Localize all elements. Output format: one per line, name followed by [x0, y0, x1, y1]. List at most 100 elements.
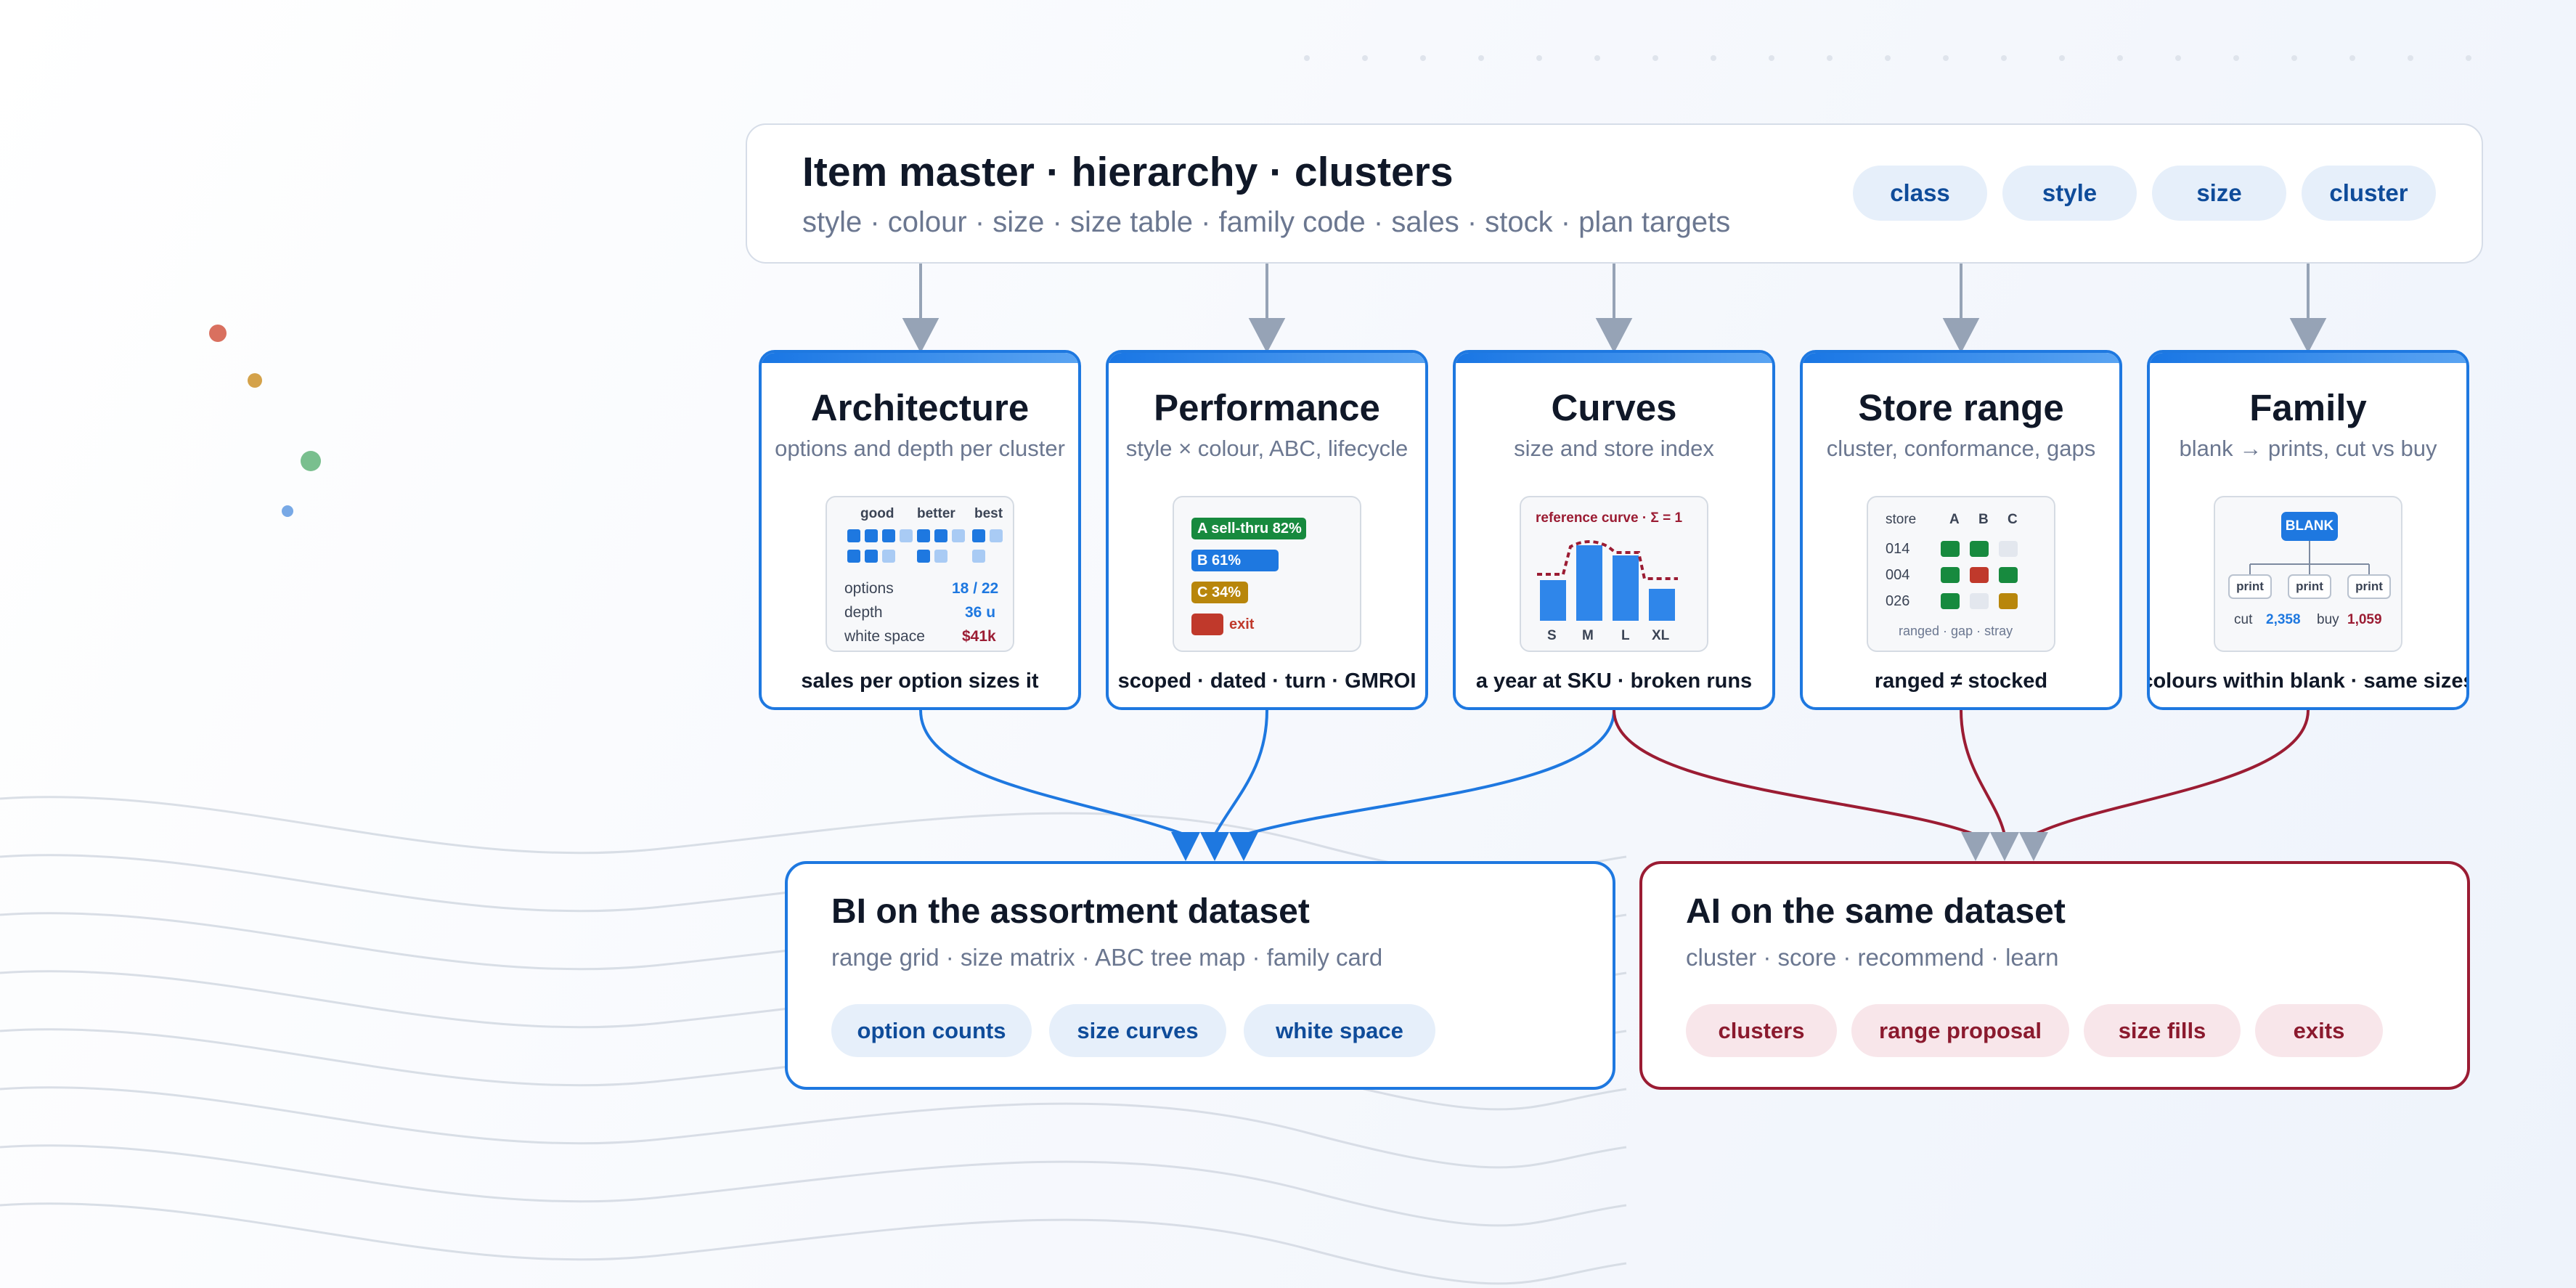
connector-performance-bi	[1213, 709, 1268, 836]
bar-exit	[1191, 614, 1223, 635]
chip-exits: exits	[2255, 1004, 2383, 1057]
column-better: better	[917, 506, 955, 521]
size-label-l: L	[1621, 628, 1630, 643]
buy-label: buy	[2317, 612, 2339, 627]
module-accent-bar	[1109, 353, 1425, 363]
row-label-options: options	[844, 580, 894, 597]
arrowhead-curves	[1595, 318, 1633, 354]
ai-card: AI on the same dataset cluster · score ·…	[1639, 861, 2470, 1090]
item-master-card: Item master · hierarchy · clusters style…	[746, 123, 2483, 264]
print-node: print	[2288, 574, 2331, 599]
bi-card: BI on the assortment dataset range grid …	[785, 861, 1615, 1090]
curves-mini-chart: reference curve · Σ = 1 S M L XL	[1520, 496, 1708, 652]
row-value-options: 18 / 22	[952, 580, 999, 597]
chip-clusters: clusters	[1686, 1004, 1837, 1057]
module-subtitle: cluster, conformance, gaps	[1826, 436, 2096, 461]
header-c: C	[2008, 512, 2018, 527]
module-accent-bar	[762, 353, 1078, 363]
arrowhead-bi-2	[1200, 832, 1229, 861]
size-label-m: M	[1582, 628, 1594, 643]
cut-label: cut	[2234, 612, 2253, 627]
header-b: B	[1978, 512, 1989, 527]
store-004: 004	[1886, 567, 1910, 583]
blank-node: BLANK	[2281, 512, 2338, 541]
module-footer: ranged ≠ stocked	[1874, 669, 2048, 693]
bar-c: C 34%	[1191, 582, 1248, 603]
module-architecture: Architecture options and depth per clust…	[759, 350, 1081, 710]
module-title: Curves	[1551, 387, 1677, 428]
print-node: print	[2228, 574, 2272, 599]
module-subtitle: style × colour, ABC, lifecycle	[1125, 436, 1409, 461]
module-family: Family blank → prints, cut vs buy BLANK …	[2147, 350, 2469, 710]
module-performance: Performance style × colour, ABC, lifecyc…	[1106, 350, 1428, 710]
store-026: 026	[1886, 593, 1910, 609]
module-footer: scoped · dated · turn · GMROI	[1117, 669, 1417, 693]
arrowhead-ai-3	[2019, 832, 2048, 861]
bar-c-label: C 34%	[1197, 584, 1242, 600]
column-best: best	[974, 506, 1003, 521]
bi-title: BI on the assortment dataset	[831, 892, 1310, 931]
store-legend: ranged · gap · stray	[1899, 624, 2013, 638]
column-good: good	[860, 506, 894, 521]
module-subtitle: blank → prints, cut vs buy	[2179, 436, 2437, 461]
connector-store-range-ai	[1960, 709, 2006, 836]
ai-subtitle: cluster · score · recommend · learn	[1686, 944, 2059, 971]
module-footer: sales per option sizes it	[801, 669, 1039, 693]
chip-size-fills: size fills	[2084, 1004, 2241, 1057]
module-title: Architecture	[810, 387, 1030, 428]
item-master-subtitle: style · colour · size · size table · fam…	[802, 206, 1731, 238]
module-footer: colours within blank · same sizes	[2147, 669, 2469, 693]
row-value-depth: 36 u	[965, 604, 996, 621]
arrowhead-ai-2	[1990, 832, 2019, 861]
buy-value: 1,059	[2347, 612, 2382, 627]
size-label-xl: XL	[1652, 628, 1670, 643]
chip-size: size	[2152, 166, 2286, 221]
module-title: Performance	[1154, 387, 1380, 428]
module-subtitle: size and store index	[1514, 436, 1714, 461]
row-label-depth: depth	[844, 604, 883, 621]
module-accent-bar	[1803, 353, 2119, 363]
size-curve-bars	[1537, 540, 1678, 621]
header-a: A	[1949, 512, 1960, 527]
family-mini-tree: BLANK print print print cut 2,358 buy 1,…	[2214, 496, 2402, 652]
module-title: Store range	[1858, 387, 2064, 428]
module-accent-bar	[1456, 353, 1772, 363]
bar-b: B 61%	[1191, 550, 1279, 571]
arrowhead-family	[2289, 318, 2327, 354]
module-subtitle: options and depth per cluster	[775, 436, 1065, 461]
arrowhead-ai-1	[1961, 832, 1990, 861]
print-node: print	[2347, 574, 2391, 599]
bar-b-label: B 61%	[1197, 553, 1242, 568]
ai-title: AI on the same dataset	[1686, 892, 2066, 931]
row-label-white-space: white space	[844, 628, 925, 645]
chip-cluster: cluster	[2302, 166, 2436, 221]
module-footer: a year at SKU · broken runs	[1475, 669, 1753, 693]
arrowhead-store-range	[1942, 318, 1980, 354]
connector-architecture-bi	[919, 709, 1186, 836]
conformance-cells	[1941, 541, 2018, 609]
header-store: store	[1886, 512, 1917, 527]
size-label-s: S	[1547, 628, 1557, 643]
architecture-mini-grid: good better best options 18 / 22 depth 3…	[826, 496, 1014, 652]
arrowhead-performance	[1248, 318, 1286, 354]
chip-style: style	[2002, 166, 2137, 221]
connector-curves-bi	[1243, 709, 1615, 836]
store-014: 014	[1886, 541, 1910, 557]
row-value-white-space: $41k	[962, 628, 996, 645]
connector-curves-ai	[1613, 709, 1976, 836]
performance-mini-bars: A sell-thru 82% B 61% C 34% exit	[1173, 496, 1361, 652]
connector-family-ai	[2033, 709, 2310, 836]
bar-a: A sell-thru 82%	[1191, 518, 1306, 539]
bar-a-label: A sell-thru 82%	[1197, 521, 1302, 537]
module-store-range: Store range cluster, conformance, gaps s…	[1800, 350, 2122, 710]
module-curves: Curves size and store index reference cu…	[1453, 350, 1775, 710]
cut-value: 2,358	[2266, 612, 2301, 627]
module-title: Family	[2249, 387, 2367, 428]
module-accent-bar	[2150, 353, 2466, 363]
arrowhead-architecture	[902, 318, 939, 354]
chip-white-space: white space	[1244, 1004, 1435, 1057]
chip-class: class	[1853, 166, 1987, 221]
chip-size-curves: size curves	[1049, 1004, 1226, 1057]
reference-curve-label: reference curve · Σ = 1	[1536, 510, 1683, 526]
store-range-mini-matrix: store A B C 014 004 026 ranged · gap · s…	[1867, 496, 2055, 652]
